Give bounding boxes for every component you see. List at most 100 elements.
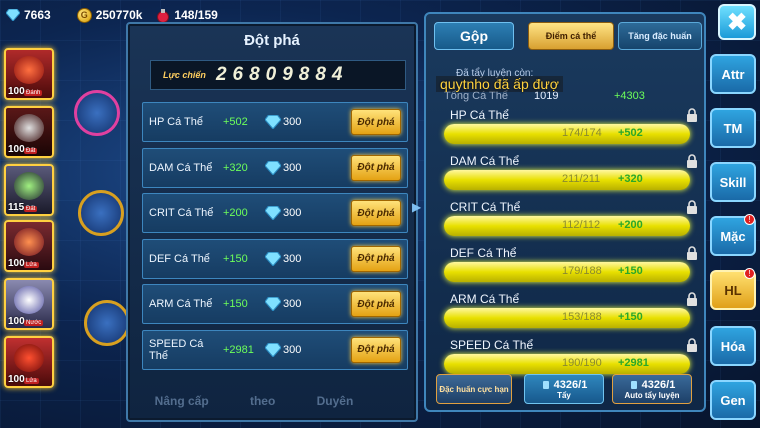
stat-row: DEF Cá Thể 179/188 +150 (444, 246, 706, 290)
nav-hoa[interactable]: Hóa (710, 326, 756, 366)
wash-button[interactable]: 4326/1 Tẩy (524, 374, 604, 404)
stat-name: ARM Cá Thể (450, 292, 520, 306)
nav-skill[interactable]: Skill (710, 162, 756, 202)
character-portrait (14, 344, 44, 372)
feature-icon[interactable] (84, 300, 130, 346)
wash-count-value: 4326/1 (553, 378, 588, 391)
gem-icon (265, 297, 281, 311)
character-slot[interactable]: Đất 100 (4, 106, 54, 158)
stat-bonus: +150 (223, 298, 248, 310)
cost: 300 (265, 160, 325, 175)
cost-value: 300 (283, 161, 302, 174)
character-portrait (14, 114, 44, 142)
nav-gen[interactable]: Gen (710, 380, 756, 420)
gem-counter[interactable]: 7663 (6, 8, 51, 22)
total-bonus: +4303 (614, 90, 645, 102)
character-slot[interactable]: Đánh 100 (4, 48, 54, 100)
breakthrough-button[interactable]: Đột phá (351, 109, 401, 135)
cost: 300 (265, 115, 325, 129)
character-slot[interactable]: Nước 100 (4, 278, 54, 330)
feature-icon[interactable] (74, 90, 120, 136)
stat-bonus: +200 (223, 207, 248, 219)
nav-tm[interactable]: TM (710, 108, 756, 148)
breakthrough-button[interactable]: Đột phá (351, 336, 401, 363)
wash-count: 4326/1 (541, 378, 588, 391)
stat-value: 190/190 (562, 357, 602, 369)
nav-attr[interactable]: Attr (710, 54, 756, 94)
character-portrait (14, 172, 44, 200)
cost: 300 (265, 206, 325, 220)
stat-name: CRIT Cá Thể (450, 200, 521, 214)
cost-value: 300 (283, 343, 302, 356)
merge-button[interactable]: Gộp (434, 22, 514, 50)
character-slot[interactable]: Lửa 100 (4, 336, 54, 388)
chevron-right-icon[interactable]: ▶ (412, 200, 422, 230)
character-level: 100 (8, 374, 25, 385)
stat-bonus: +320 (618, 173, 643, 185)
stat-row: ARM Cá Thể 153/188 +150 (444, 292, 706, 336)
character-level: 100 (8, 86, 25, 97)
lock-icon[interactable] (686, 246, 698, 260)
gold-coin-icon: G (76, 7, 92, 23)
breakthrough-button[interactable]: Đột phá (351, 245, 401, 272)
character-portrait (14, 56, 44, 84)
stat-bonus: +2981 (618, 357, 649, 369)
tab-bond[interactable]: Duyên (317, 394, 354, 424)
power-box: Lực chiến 26809884 (150, 60, 406, 90)
gem-icon (265, 206, 281, 220)
lock-icon[interactable] (686, 200, 698, 214)
gem-value: 7663 (24, 8, 51, 22)
auto-wash-button[interactable]: 4326/1 Auto tẩy luyện (612, 374, 692, 404)
stamina-counter[interactable]: 148/159 (156, 8, 218, 23)
breakthrough-row: DEF Cá Thể +150 300 Đột phá (142, 238, 408, 279)
character-list: Đánh 100 Đất 100 Đất 115 Lửa 100 Nước 10… (0, 44, 62, 389)
gem-icon (265, 251, 281, 266)
character-portrait (14, 228, 44, 256)
stat-row: CRIT Cá Thể 112/112 +200 (444, 200, 706, 244)
tab-upgrade[interactable]: Nâng cấp (155, 394, 209, 424)
breakthrough-button[interactable]: Đột phá (351, 154, 401, 181)
gem-icon (265, 115, 281, 129)
power-value: 26809884 (215, 64, 349, 85)
cost-value: 300 (283, 116, 302, 128)
breakthrough-button[interactable]: Đột phá (351, 200, 401, 226)
breakthrough-row: CRIT Cá Thể +200 300 Đột phá (142, 193, 408, 233)
breakthrough-row: DAM Cá Thể +320 300 Đột phá (142, 147, 408, 188)
stat-bonus: +2981 (223, 343, 254, 356)
stat-bonus: +150 (618, 311, 643, 323)
gem-icon (6, 9, 20, 21)
potion-icon (157, 8, 170, 23)
panel-title: Đột phá (244, 32, 300, 49)
tab-follow[interactable]: theo (250, 394, 275, 424)
feature-icon[interactable] (78, 190, 124, 236)
stat-name: DEF Cá Thể (450, 246, 517, 260)
wash-label: Tẩy (557, 390, 571, 400)
lock-icon[interactable] (686, 108, 698, 122)
character-portrait (14, 286, 44, 314)
stat-name: HP Cá Thể (450, 108, 509, 122)
breakthrough-button[interactable]: Đột phá (351, 291, 401, 317)
character-tag: Lửa (24, 262, 39, 268)
special-training-button[interactable]: Đặc huấn cực hạn (436, 374, 512, 404)
cost: 300 (265, 251, 325, 266)
cost-value: 300 (283, 207, 302, 219)
feature-icons (64, 90, 134, 370)
close-button[interactable]: ✖ (718, 4, 756, 40)
notification-message: quytnho đã ấp đượ (436, 76, 563, 92)
lock-icon[interactable] (686, 292, 698, 306)
character-slot[interactable]: Lửa 100 (4, 220, 54, 272)
stat-name: ARM Cá Thể (149, 298, 213, 310)
tab-special-training[interactable]: Tăng đặc huấn (618, 22, 702, 50)
character-slot[interactable]: Đất 115 (4, 164, 54, 216)
stat-bonus: +502 (618, 127, 643, 139)
auto-wash-label: Auto tẩy luyện (624, 390, 680, 400)
potion-icon (542, 380, 549, 389)
character-level: 100 (8, 316, 25, 327)
stat-value: 211/211 (562, 173, 601, 185)
tab-individual-points[interactable]: Điểm cá thể (528, 22, 614, 50)
lock-icon[interactable] (686, 338, 698, 352)
lock-icon[interactable] (686, 154, 698, 168)
gold-counter[interactable]: G 250770k (76, 7, 143, 23)
gold-value: 250770k (95, 8, 143, 22)
stat-row: HP Cá Thể 174/174 +502 (444, 108, 706, 152)
